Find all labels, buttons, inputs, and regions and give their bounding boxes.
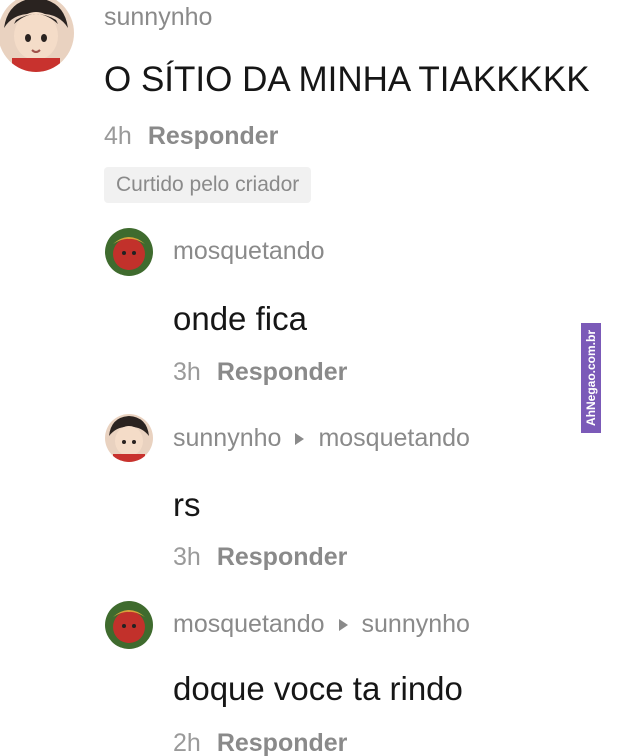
reply-header: mosquetando sunnynho [173, 610, 470, 639]
reply-button[interactable]: Responder [148, 122, 279, 151]
reply-text: onde fica [173, 300, 307, 337]
reply-button[interactable]: Responder [217, 358, 348, 387]
reply-arrow-icon [338, 618, 348, 631]
anime-boy-avatar-small-icon [105, 414, 153, 462]
avatar-sunnynho[interactable] [105, 414, 153, 462]
red-character-avatar-icon [105, 601, 153, 649]
watermark-text: AhNegao.com.br [584, 329, 599, 427]
reply-meta: 3h Responder [173, 543, 347, 572]
comment-time: 4h [104, 122, 132, 150]
reply-time: 3h [173, 543, 201, 571]
reply-text: doque voce ta rindo [173, 670, 463, 707]
reply-to-username[interactable]: mosquetando [318, 424, 470, 453]
anime-boy-avatar-icon [0, 0, 74, 72]
avatar-sunnynho[interactable] [0, 0, 74, 72]
reply-button[interactable]: Responder [217, 729, 348, 756]
liked-by-creator-badge: Curtido pelo criador [104, 167, 312, 203]
reply-text: rs [173, 486, 201, 523]
reply-button[interactable]: Responder [217, 543, 348, 572]
comment-text: O SÍTIO DA MINHA TIAKKKKK [104, 60, 590, 99]
comment-username[interactable]: sunnynho [104, 3, 212, 32]
avatar-mosquetando[interactable] [105, 601, 153, 649]
reply-to-username[interactable]: sunnynho [362, 610, 470, 639]
avatar-mosquetando[interactable] [105, 228, 153, 276]
reply-time: 2h [173, 729, 201, 756]
reply-meta: 3h Responder [173, 358, 347, 387]
reply-time: 3h [173, 358, 201, 386]
watermark-badge: AhNegao.com.br [581, 323, 601, 433]
reply-header: sunnynho mosquetando [173, 424, 470, 453]
comment-meta: 4h Responder [104, 122, 278, 151]
reply-username[interactable]: mosquetando [173, 237, 325, 266]
reply-username[interactable]: sunnynho [173, 424, 281, 453]
reply-username[interactable]: mosquetando [173, 610, 325, 639]
red-character-avatar-icon [105, 228, 153, 276]
reply-arrow-icon [295, 432, 305, 445]
reply-meta: 2h Responder [173, 729, 347, 756]
